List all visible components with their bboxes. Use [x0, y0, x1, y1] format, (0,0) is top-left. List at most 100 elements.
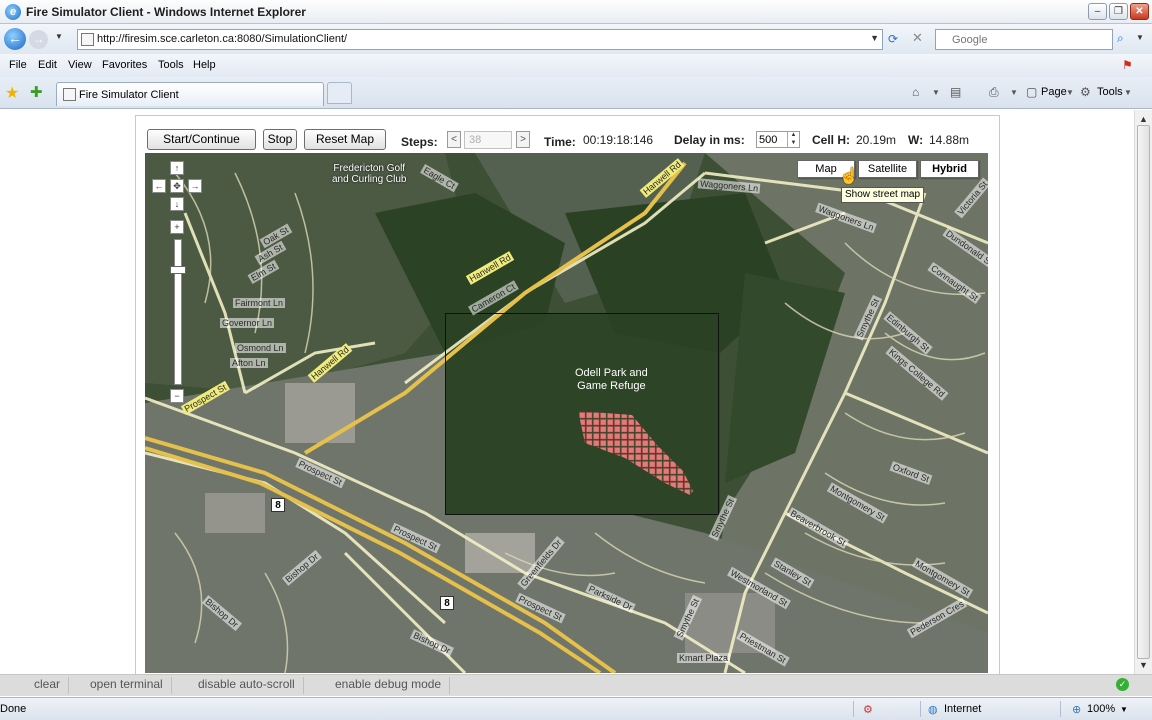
scroll-down-icon[interactable]: ▼ — [1139, 660, 1148, 670]
kmart-plaza-label: Kmart Plaza — [677, 653, 731, 663]
menu-favorites[interactable]: Favorites — [102, 59, 147, 71]
start-continue-button[interactable]: Start/Continue — [147, 129, 256, 150]
forward-button[interactable]: → — [29, 30, 48, 49]
favorites-bar: ★ ✚ Fire Simulator Client ⌂ ▼ ▤ ⎙ ▼ ▢ Pa… — [0, 77, 1152, 109]
pan-right-icon[interactable]: → — [188, 179, 202, 193]
cell-width-label: W: — [908, 133, 924, 147]
zoom-slider-thumb[interactable] — [170, 266, 186, 274]
stop-button[interactable]: Stop — [263, 129, 297, 150]
satellite-map[interactable]: Fredericton Golf and Curling Club Odell P… — [145, 153, 988, 673]
pan-down-icon[interactable]: ↓ — [170, 197, 184, 211]
menu-view[interactable]: View — [68, 59, 92, 71]
zoom-in-icon[interactable]: + — [170, 220, 184, 234]
new-tab-button[interactable] — [327, 82, 352, 104]
zoom-slider-track[interactable] — [174, 239, 182, 385]
status-text: Done — [0, 703, 27, 715]
street-governor-ln: Governor Ln — [220, 318, 275, 328]
pan-left-icon[interactable]: ← — [152, 179, 166, 193]
steps-prev-button[interactable]: < — [447, 131, 461, 148]
menu-bar: File Edit View Favorites Tools Help ⚑ — [0, 54, 1152, 77]
search-options-icon[interactable]: ▼ — [1136, 33, 1144, 42]
debug-bar — [0, 674, 1152, 696]
print-dropdown-icon[interactable]: ▼ — [1010, 88, 1018, 97]
page-dropdown-icon[interactable]: ▼ — [1066, 88, 1074, 97]
map-type-satellite-button[interactable]: Satellite — [858, 160, 917, 178]
security-icon[interactable]: ⚙ — [863, 703, 873, 716]
address-bar[interactable]: http://firesim.sce.carleton.ca:8080/Simu… — [77, 29, 883, 50]
delay-spinner[interactable]: ▲ ▼ — [787, 131, 799, 148]
highway-8-shield: 8 — [271, 498, 285, 512]
tools-menu[interactable]: Tools — [1097, 86, 1123, 98]
reset-map-button[interactable]: Reset Map — [304, 129, 386, 150]
history-dropdown-icon[interactable]: ▼ — [55, 32, 63, 41]
clear-button[interactable]: clear — [26, 677, 70, 694]
status-separator — [853, 701, 854, 717]
zoom-out-icon[interactable]: − — [170, 389, 184, 403]
zoom-icon[interactable]: ⊕ — [1072, 703, 1081, 716]
toolbar-addon-icon[interactable]: ⚑ — [1122, 58, 1138, 72]
page-icon — [81, 33, 94, 46]
zoom-dropdown-icon[interactable]: ▼ — [1120, 705, 1128, 714]
menu-file[interactable]: File — [9, 59, 27, 71]
map-type-hybrid-button[interactable]: Hybrid — [920, 160, 979, 178]
tab-fire-simulator[interactable]: Fire Simulator Client — [56, 82, 324, 106]
search-input[interactable] — [936, 30, 1106, 49]
status-bar: Done ⚙ ◍ Internet ⊕ 100% ▼ — [0, 697, 1152, 720]
page-menu-icon[interactable]: ▢ — [1026, 85, 1037, 99]
steps-label: Steps: — [401, 135, 438, 149]
feeds-icon[interactable]: ▤ — [950, 85, 961, 99]
tab-title: Fire Simulator Client — [79, 89, 179, 101]
map-type-tooltip: Show street map — [841, 187, 925, 203]
vertical-scrollbar[interactable]: ▲ ▼ — [1134, 110, 1152, 674]
status-separator — [1060, 701, 1061, 717]
pan-up-icon[interactable]: ↑ — [170, 161, 184, 175]
cell-height-value: 20.19m — [856, 133, 897, 147]
address-row: ← → ▼ http://firesim.sce.carleton.ca:808… — [0, 24, 1152, 54]
street-fairmont-ln: Fairmont Ln — [233, 298, 286, 308]
menu-edit[interactable]: Edit — [38, 59, 57, 71]
pan-center-icon[interactable]: ✥ — [170, 179, 184, 193]
search-icon[interactable]: ⌕ — [1117, 31, 1124, 46]
tools-dropdown-icon[interactable]: ▼ — [1124, 88, 1132, 97]
steps-next-button[interactable]: > — [516, 131, 530, 148]
home-dropdown-icon[interactable]: ▼ — [932, 88, 940, 97]
connection-ok-icon: ✓ — [1116, 678, 1129, 691]
print-icon[interactable]: ⎙ — [989, 85, 999, 100]
zone-label: Internet — [944, 703, 982, 715]
home-icon[interactable]: ⌂ — [912, 85, 919, 99]
window-title: Fire Simulator Client - Windows Internet… — [26, 5, 306, 19]
time-label: Time: — [544, 135, 576, 149]
simulation-area-box — [445, 313, 719, 515]
steps-input[interactable] — [464, 131, 512, 149]
minimize-button[interactable]: – — [1088, 3, 1107, 20]
park-label: Odell Park and Game Refuge — [575, 367, 648, 392]
internet-explorer-icon: e — [5, 4, 21, 20]
open-terminal-button[interactable]: open terminal — [82, 677, 172, 694]
stop-icon[interactable]: ✕ — [912, 30, 923, 46]
time-value: 00:19:18:146 — [583, 133, 654, 147]
address-dropdown-icon[interactable]: ▼ — [870, 33, 879, 43]
delay-label: Delay in ms: — [674, 133, 745, 147]
favorites-star-icon[interactable]: ★ — [5, 83, 19, 103]
menu-help[interactable]: Help — [193, 59, 216, 71]
title-bar: e Fire Simulator Client - Windows Intern… — [0, 0, 1152, 24]
scroll-thumb[interactable] — [1137, 125, 1150, 659]
page-menu[interactable]: Page — [1041, 86, 1067, 98]
refresh-icon[interactable]: ⟳ — [888, 32, 898, 46]
street-afton-ln: Afton Ln — [230, 358, 268, 368]
menu-tools[interactable]: Tools — [158, 59, 184, 71]
maximize-button[interactable]: ❐ — [1109, 3, 1128, 20]
street-osmond-ln: Osmond Ln — [235, 343, 286, 353]
tools-gear-icon[interactable]: ⚙ — [1080, 85, 1091, 99]
internet-zone-icon: ◍ — [928, 704, 938, 716]
close-button[interactable]: ✕ — [1130, 3, 1149, 20]
disable-auto-scroll-button[interactable]: disable auto-scroll — [190, 677, 304, 694]
enable-debug-mode-button[interactable]: enable debug mode — [327, 677, 451, 694]
scroll-up-icon[interactable]: ▲ — [1139, 114, 1148, 124]
search-box[interactable] — [935, 29, 1113, 50]
back-button[interactable]: ← — [4, 28, 26, 50]
add-favorite-icon[interactable]: ✚ — [30, 83, 43, 101]
url-text[interactable]: http://firesim.sce.carleton.ca:8080/Simu… — [97, 33, 347, 45]
zoom-level[interactable]: 100% — [1087, 703, 1115, 715]
golf-club-label: Fredericton Golf and Curling Club — [332, 163, 407, 185]
